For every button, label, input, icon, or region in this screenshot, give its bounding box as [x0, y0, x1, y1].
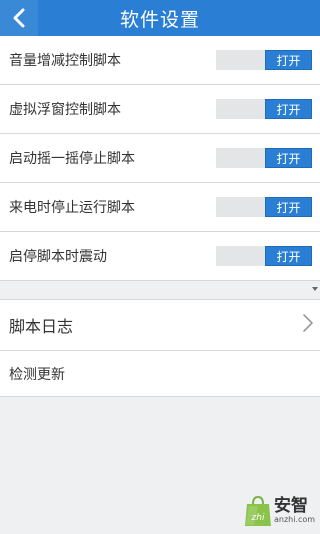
chevron-right-icon — [302, 313, 314, 337]
watermark-name: 安智 — [274, 496, 308, 516]
incoming-call-toggle[interactable]: 打开 — [216, 197, 312, 217]
setting-row-incoming-call: 来电时停止运行脚本 打开 — [0, 183, 320, 232]
page-title: 软件设置 — [119, 8, 200, 31]
setting-row-floating-window: 虚拟浮窗控制脚本 打开 — [0, 85, 320, 134]
toggle-on-button[interactable]: 打开 — [265, 50, 312, 70]
script-log-item[interactable]: 脚本日志 — [0, 300, 320, 351]
setting-label: 音量增减控制脚本 — [9, 53, 121, 69]
setting-label: 来电时停止运行脚本 — [9, 200, 135, 216]
svg-text:zhi: zhi — [251, 513, 265, 523]
toggle-on-button[interactable]: 打开 — [265, 246, 312, 266]
settings-list: 音量增减控制脚本 打开 虚拟浮窗控制脚本 打开 启动摇一摇停止脚本 打开 来电时… — [0, 36, 320, 281]
shopping-bag-logo-icon: zhi — [245, 495, 271, 526]
vibrate-toggle[interactable]: 打开 — [216, 246, 312, 266]
toggle-on-button[interactable]: 打开 — [265, 197, 312, 217]
setting-row-volume: 音量增减控制脚本 打开 — [0, 36, 320, 85]
title-bar: 软件设置 — [0, 0, 320, 36]
check-update-label: 检测更新 — [9, 366, 65, 383]
toggle-on-button[interactable]: 打开 — [265, 99, 312, 119]
setting-row-vibrate: 启停脚本时震动 打开 — [0, 232, 320, 281]
floating-window-toggle[interactable]: 打开 — [216, 99, 312, 119]
shake-toggle[interactable]: 打开 — [216, 148, 312, 168]
menu-list: 脚本日志 检测更新 — [0, 299, 320, 397]
caret-down-icon — [312, 287, 318, 291]
setting-row-shake: 启动摇一摇停止脚本 打开 — [0, 134, 320, 183]
script-log-label: 脚本日志 — [9, 317, 74, 336]
section-divider — [0, 281, 320, 299]
anzhi-watermark: zhi 安智 anzhi.com — [244, 492, 316, 530]
setting-label: 虚拟浮窗控制脚本 — [9, 102, 121, 118]
check-update-item[interactable]: 检测更新 — [0, 351, 320, 397]
watermark-domain: anzhi.com — [274, 515, 316, 524]
volume-toggle[interactable]: 打开 — [216, 50, 312, 70]
toggle-on-button[interactable]: 打开 — [265, 148, 312, 168]
setting-label: 启动摇一摇停止脚本 — [9, 151, 135, 167]
chevron-left-icon — [13, 8, 25, 28]
back-button[interactable] — [0, 0, 38, 36]
setting-label: 启停脚本时震动 — [9, 249, 107, 265]
